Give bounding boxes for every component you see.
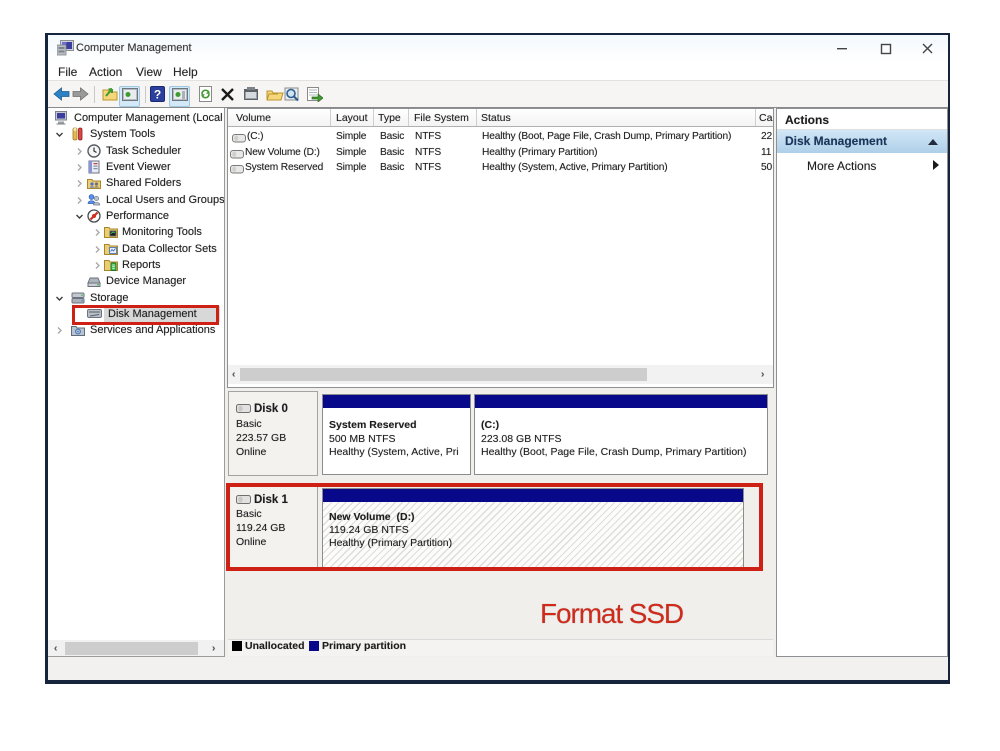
svg-text:?: ? [154, 88, 161, 102]
